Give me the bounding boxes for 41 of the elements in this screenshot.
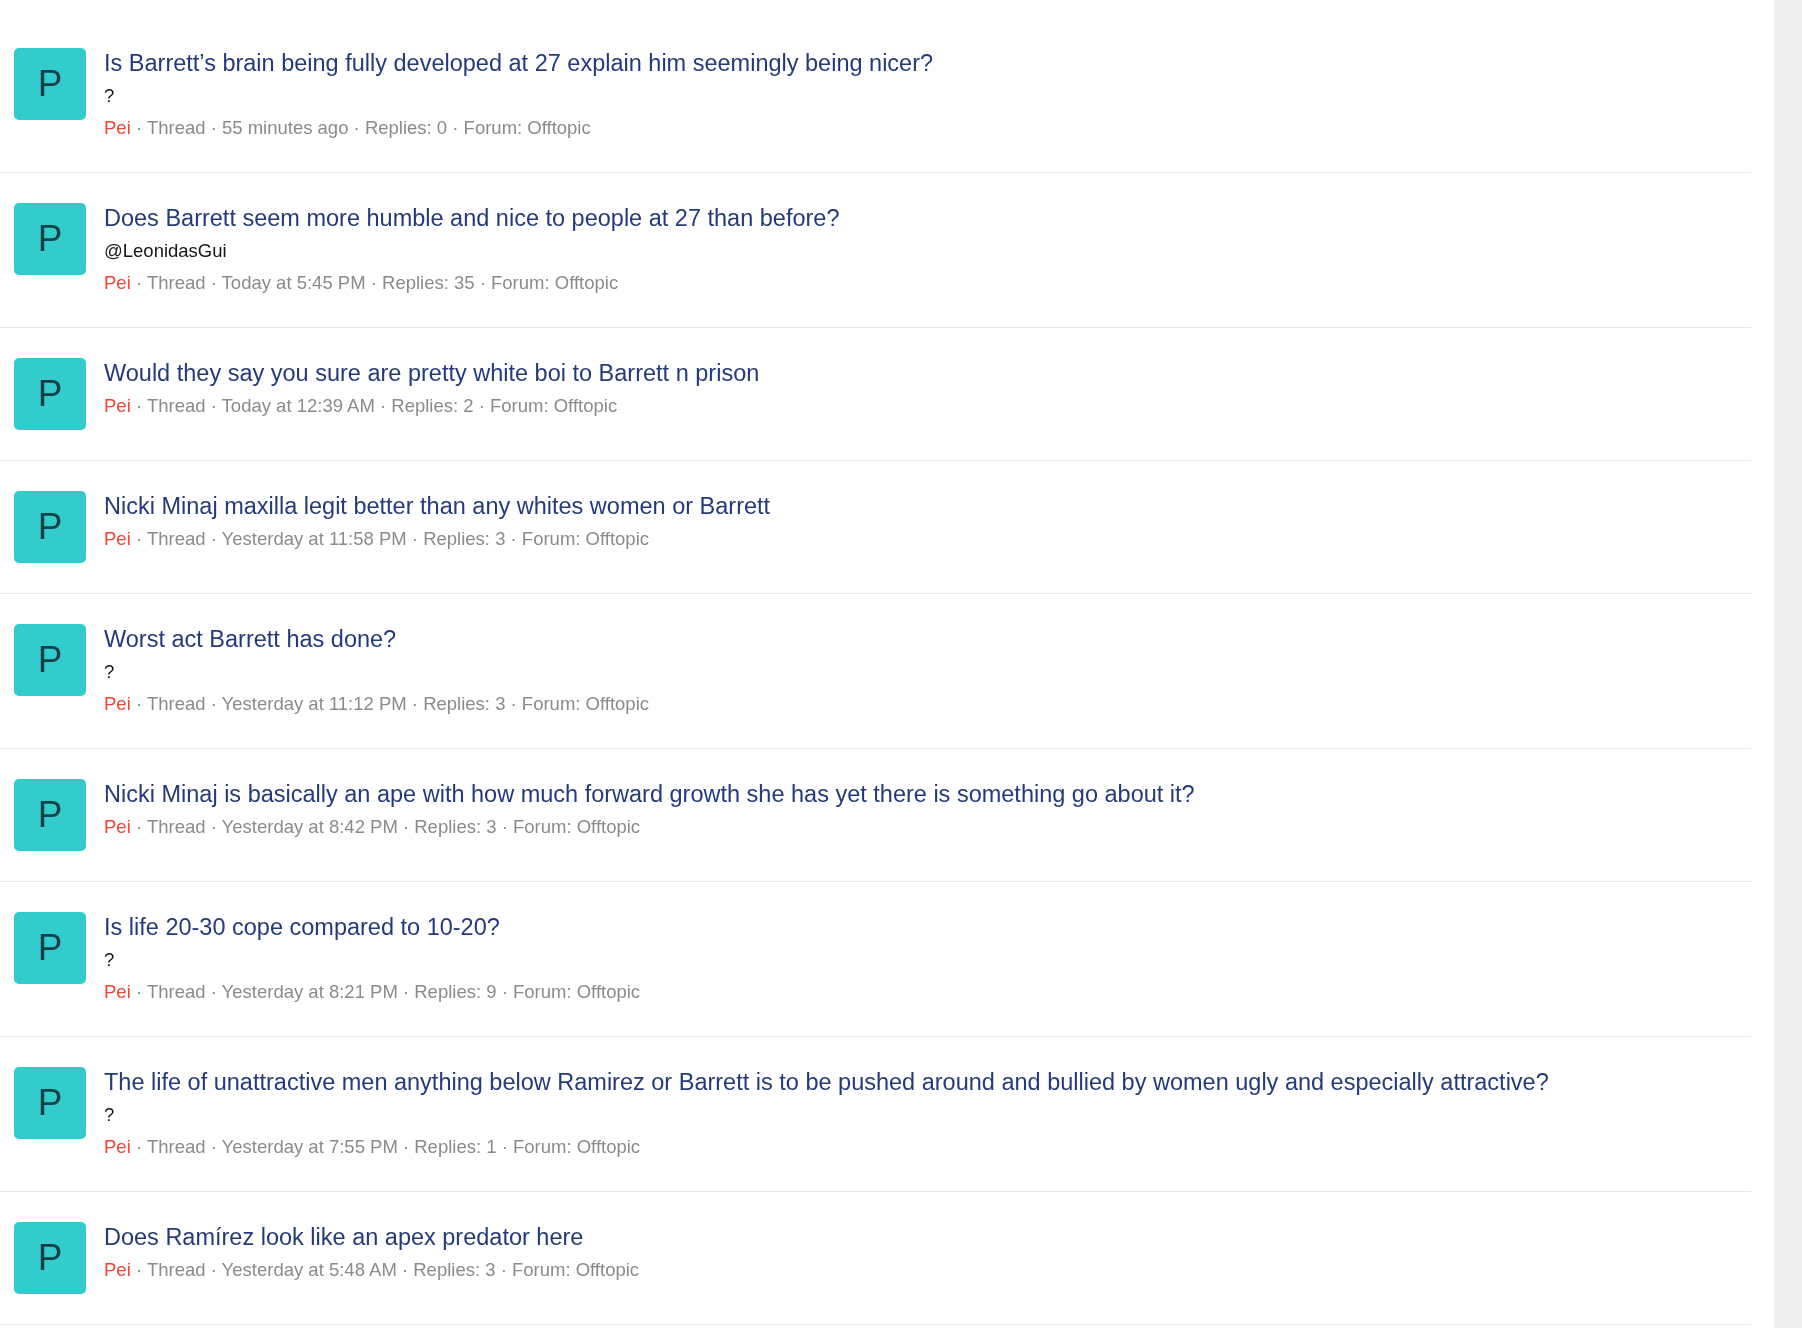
thread-title-link[interactable]: Worst act Barrett has done? [104, 624, 397, 654]
thread-meta: · Thread · Yesterday at 11:58 PM · Replies: 3 · Forum: Offtopic [135, 527, 650, 551]
thread-title-link[interactable]: Is Barrett’s brain being fully developed at 27 explain him seemingly being nicer? [104, 48, 934, 78]
author-link[interactable]: Pei [104, 267, 131, 299]
thread-meta: · Thread · Yesterday at 11:12 PM · Replies: 3 · Forum: Offtopic [135, 692, 650, 716]
author-link[interactable]: Pei [104, 811, 131, 843]
thread-title-link[interactable]: Does Ramírez look like an apex predator here [104, 1222, 584, 1252]
thread-meta: · Thread · 55 minutes ago · Replies: 0 · Forum: Offtopic [135, 116, 591, 140]
thread-title-link[interactable]: Would they say you sure are pretty white boi to Barrett n prison [104, 358, 760, 388]
thread-title-link[interactable]: Nicki Minaj maxilla legit better than any whites women or Barrett [104, 491, 771, 521]
thread-title-link[interactable]: Nicki Minaj is basically an ape with how much forward growth she has yet there is something go about it? [104, 779, 1195, 809]
thread-meta: · Thread · Yesterday at 7:55 PM · Replies: 1 · Forum: Offtopic [135, 1135, 641, 1159]
user-avatar[interactable]: P [14, 1067, 86, 1139]
author-link[interactable]: Pei [104, 1131, 131, 1163]
thread-title-link[interactable]: Is life 20-30 cope compared to 10-20? [104, 912, 500, 942]
post-snippet: ? [104, 84, 115, 108]
thread-meta: · Thread · Today at 5:45 PM · Replies: 35 · Forum: Offtopic [135, 271, 619, 295]
author-link[interactable]: Pei [104, 688, 131, 720]
user-avatar[interactable]: P [14, 779, 86, 851]
author-link[interactable]: Pei [104, 390, 131, 422]
post-snippet: ? [104, 948, 115, 972]
thread-meta: · Thread · Yesterday at 8:21 PM · Replies: 9 · Forum: Offtopic [135, 980, 641, 1004]
thread-meta: · Thread · Yesterday at 8:42 PM · Replies: 3 · Forum: Offtopic [135, 815, 641, 839]
author-link[interactable]: Pei [104, 523, 131, 555]
user-avatar[interactable]: P [14, 491, 86, 563]
user-avatar[interactable]: P [14, 1222, 86, 1294]
post-snippet: ? [104, 660, 115, 684]
author-link[interactable]: Pei [104, 1254, 131, 1286]
user-avatar[interactable]: P [14, 203, 86, 275]
user-avatar[interactable]: P [14, 358, 86, 430]
user-avatar[interactable]: P [14, 624, 86, 696]
thread-meta: · Thread · Yesterday at 5:48 AM · Replies: 3 · Forum: Offtopic [135, 1258, 640, 1282]
thread-title-link[interactable]: The life of unattractive men anything below Ramirez or Barrett is to be pushed around and bullied by women ugly and especially attractive? [104, 1067, 1549, 1097]
post-snippet: ? [104, 1103, 115, 1127]
post-snippet: @LeonidasGui [104, 239, 227, 263]
user-avatar[interactable]: P [14, 48, 86, 120]
thread-meta: · Thread · Today at 12:39 AM · Replies: 2 · Forum: Offtopic [135, 394, 618, 418]
author-link[interactable]: Pei [104, 976, 131, 1008]
thread-title-link[interactable]: Does Barrett seem more humble and nice to people at 27 than before? [104, 203, 840, 233]
user-avatar[interactable]: P [14, 912, 86, 984]
author-link[interactable]: Pei [104, 112, 131, 144]
